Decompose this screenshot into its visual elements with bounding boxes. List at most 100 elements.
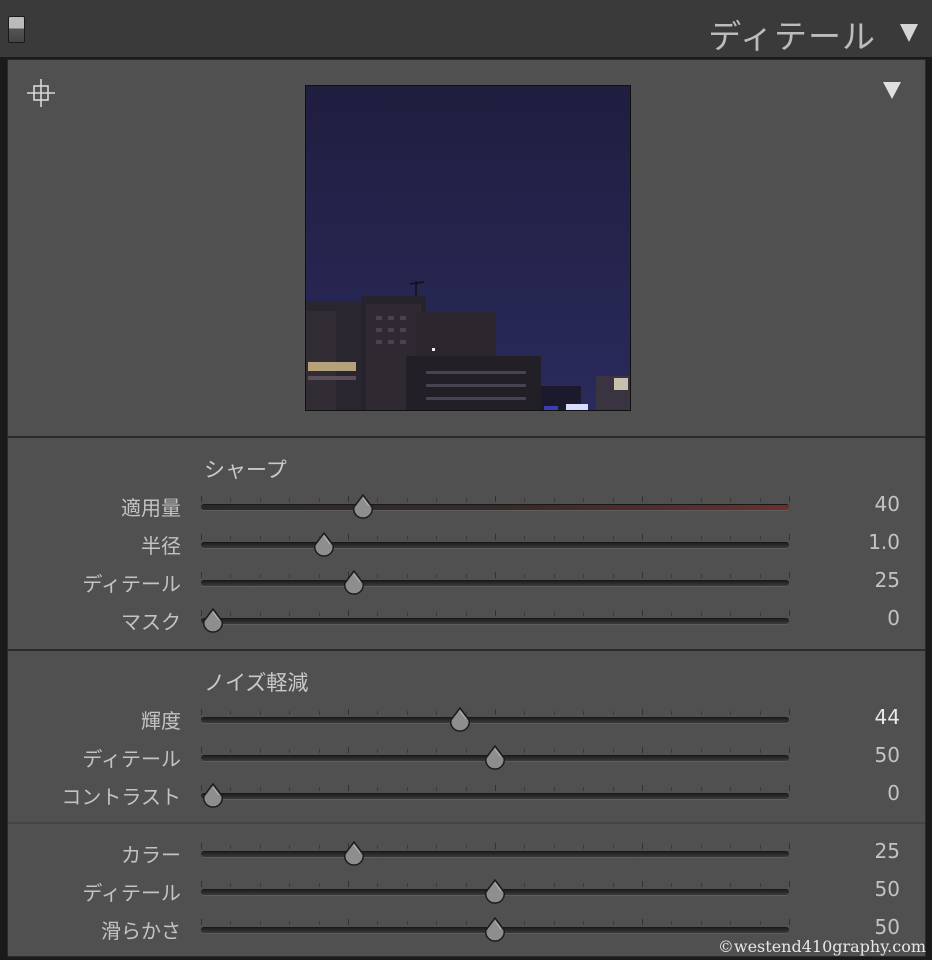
slider-thumb[interactable] <box>484 745 506 770</box>
slider-tick <box>671 612 673 616</box>
slider-value[interactable]: 25 <box>875 839 900 863</box>
slider-tick <box>406 711 408 715</box>
slider-tick <box>730 612 732 616</box>
slider-tick <box>642 534 643 540</box>
panel-title: ディテール <box>708 17 876 56</box>
slider-tick <box>671 883 673 887</box>
slider-thumb[interactable] <box>352 494 374 519</box>
slider-tick <box>289 711 291 715</box>
slider-value[interactable]: 50 <box>875 915 900 939</box>
slider-value[interactable]: 50 <box>875 743 900 767</box>
slider-thumb[interactable] <box>313 532 335 557</box>
slider-value[interactable]: 25 <box>875 568 900 592</box>
slider-label: 滑らかさ <box>101 919 181 943</box>
slider-tick <box>377 845 379 849</box>
slider-tick <box>789 919 790 925</box>
slider-tick <box>230 612 232 616</box>
slider-tick <box>759 498 761 502</box>
slider-tick <box>583 749 585 753</box>
slider-track[interactable] <box>201 745 790 770</box>
slider-tick <box>524 574 526 578</box>
slider-tick <box>671 536 673 540</box>
slider-tick <box>259 921 261 925</box>
slider-track[interactable] <box>201 570 790 595</box>
slider-tick <box>348 709 349 715</box>
slider-track[interactable] <box>201 879 790 904</box>
slider-tick <box>700 921 702 925</box>
slider-tick <box>495 496 496 502</box>
slider-tick <box>348 496 349 502</box>
slider-tick <box>465 574 467 578</box>
slider-tick <box>759 921 761 925</box>
slider-tick <box>700 711 702 715</box>
slider-label: ディテール <box>82 881 181 905</box>
collapse-triangle-icon[interactable] <box>900 24 918 42</box>
panel-switch-icon[interactable] <box>8 16 25 43</box>
slider-tick <box>465 845 467 849</box>
slider-tick <box>583 921 585 925</box>
slider-tick <box>730 921 732 925</box>
slider-tick <box>436 498 438 502</box>
slider-value[interactable]: 0 <box>887 781 900 805</box>
target-adjustment-icon[interactable] <box>26 78 56 108</box>
slider-thumb[interactable] <box>484 879 506 904</box>
slider-tick <box>406 787 408 791</box>
slider-tick <box>789 709 790 715</box>
slider-value[interactable]: 50 <box>875 877 900 901</box>
slider-tick <box>553 711 555 715</box>
slider-tick <box>642 496 643 502</box>
section-divider <box>8 822 925 824</box>
slider-tick <box>759 711 761 715</box>
slider-tick <box>495 843 496 849</box>
slider-thumb[interactable] <box>343 841 365 866</box>
slider-tick <box>583 612 585 616</box>
slider-tick <box>612 845 614 849</box>
slider-value[interactable]: 40 <box>875 492 900 516</box>
slider-thumb[interactable] <box>343 570 365 595</box>
slider-track[interactable] <box>201 494 790 519</box>
slider-row: 半径 1.0 <box>8 526 925 562</box>
slider-tick <box>201 843 202 849</box>
slider-thumb[interactable] <box>202 783 224 808</box>
slider-tick <box>318 711 320 715</box>
slider-tick <box>465 498 467 502</box>
slider-thumb[interactable] <box>484 917 506 942</box>
slider-value[interactable]: 0 <box>887 606 900 630</box>
slider-tick <box>318 921 320 925</box>
slider-tick <box>377 711 379 715</box>
panel-header[interactable]: ディテール <box>0 0 932 58</box>
slider-tick <box>524 845 526 849</box>
slider-tick <box>642 785 643 791</box>
slider-tick <box>553 921 555 925</box>
slider-track[interactable] <box>201 841 790 866</box>
slider-value[interactable]: 1.0 <box>868 530 900 554</box>
slider-row: 適用量 40 <box>8 488 925 524</box>
slider-label: ディテール <box>82 572 181 596</box>
slider-tick <box>406 921 408 925</box>
slider-track[interactable] <box>201 707 790 732</box>
slider-track[interactable] <box>201 532 790 557</box>
slider-tick <box>583 787 585 791</box>
slider-tick <box>348 747 349 753</box>
slider-label: コントラスト <box>61 785 181 809</box>
slider-ticks <box>201 534 790 541</box>
slider-tick <box>759 536 761 540</box>
slider-track[interactable] <box>201 608 790 633</box>
slider-track[interactable] <box>201 917 790 942</box>
slider-thumb[interactable] <box>202 608 224 633</box>
slider-tick <box>789 843 790 849</box>
detail-preview-image[interactable] <box>305 85 631 411</box>
slider-tick <box>201 881 202 887</box>
slider-tick <box>759 612 761 616</box>
slider-tick <box>612 574 614 578</box>
slider-tick <box>789 785 790 791</box>
slider-tick <box>465 536 467 540</box>
slider-tick <box>230 574 232 578</box>
preview-menu-triangle-icon[interactable] <box>883 82 901 99</box>
slider-value[interactable]: 44 <box>875 705 900 729</box>
slider-label: 半径 <box>141 534 181 558</box>
slider-track[interactable] <box>201 783 790 808</box>
slider-tick <box>495 534 496 540</box>
slider-thumb[interactable] <box>449 707 471 732</box>
slider-tick <box>406 536 408 540</box>
